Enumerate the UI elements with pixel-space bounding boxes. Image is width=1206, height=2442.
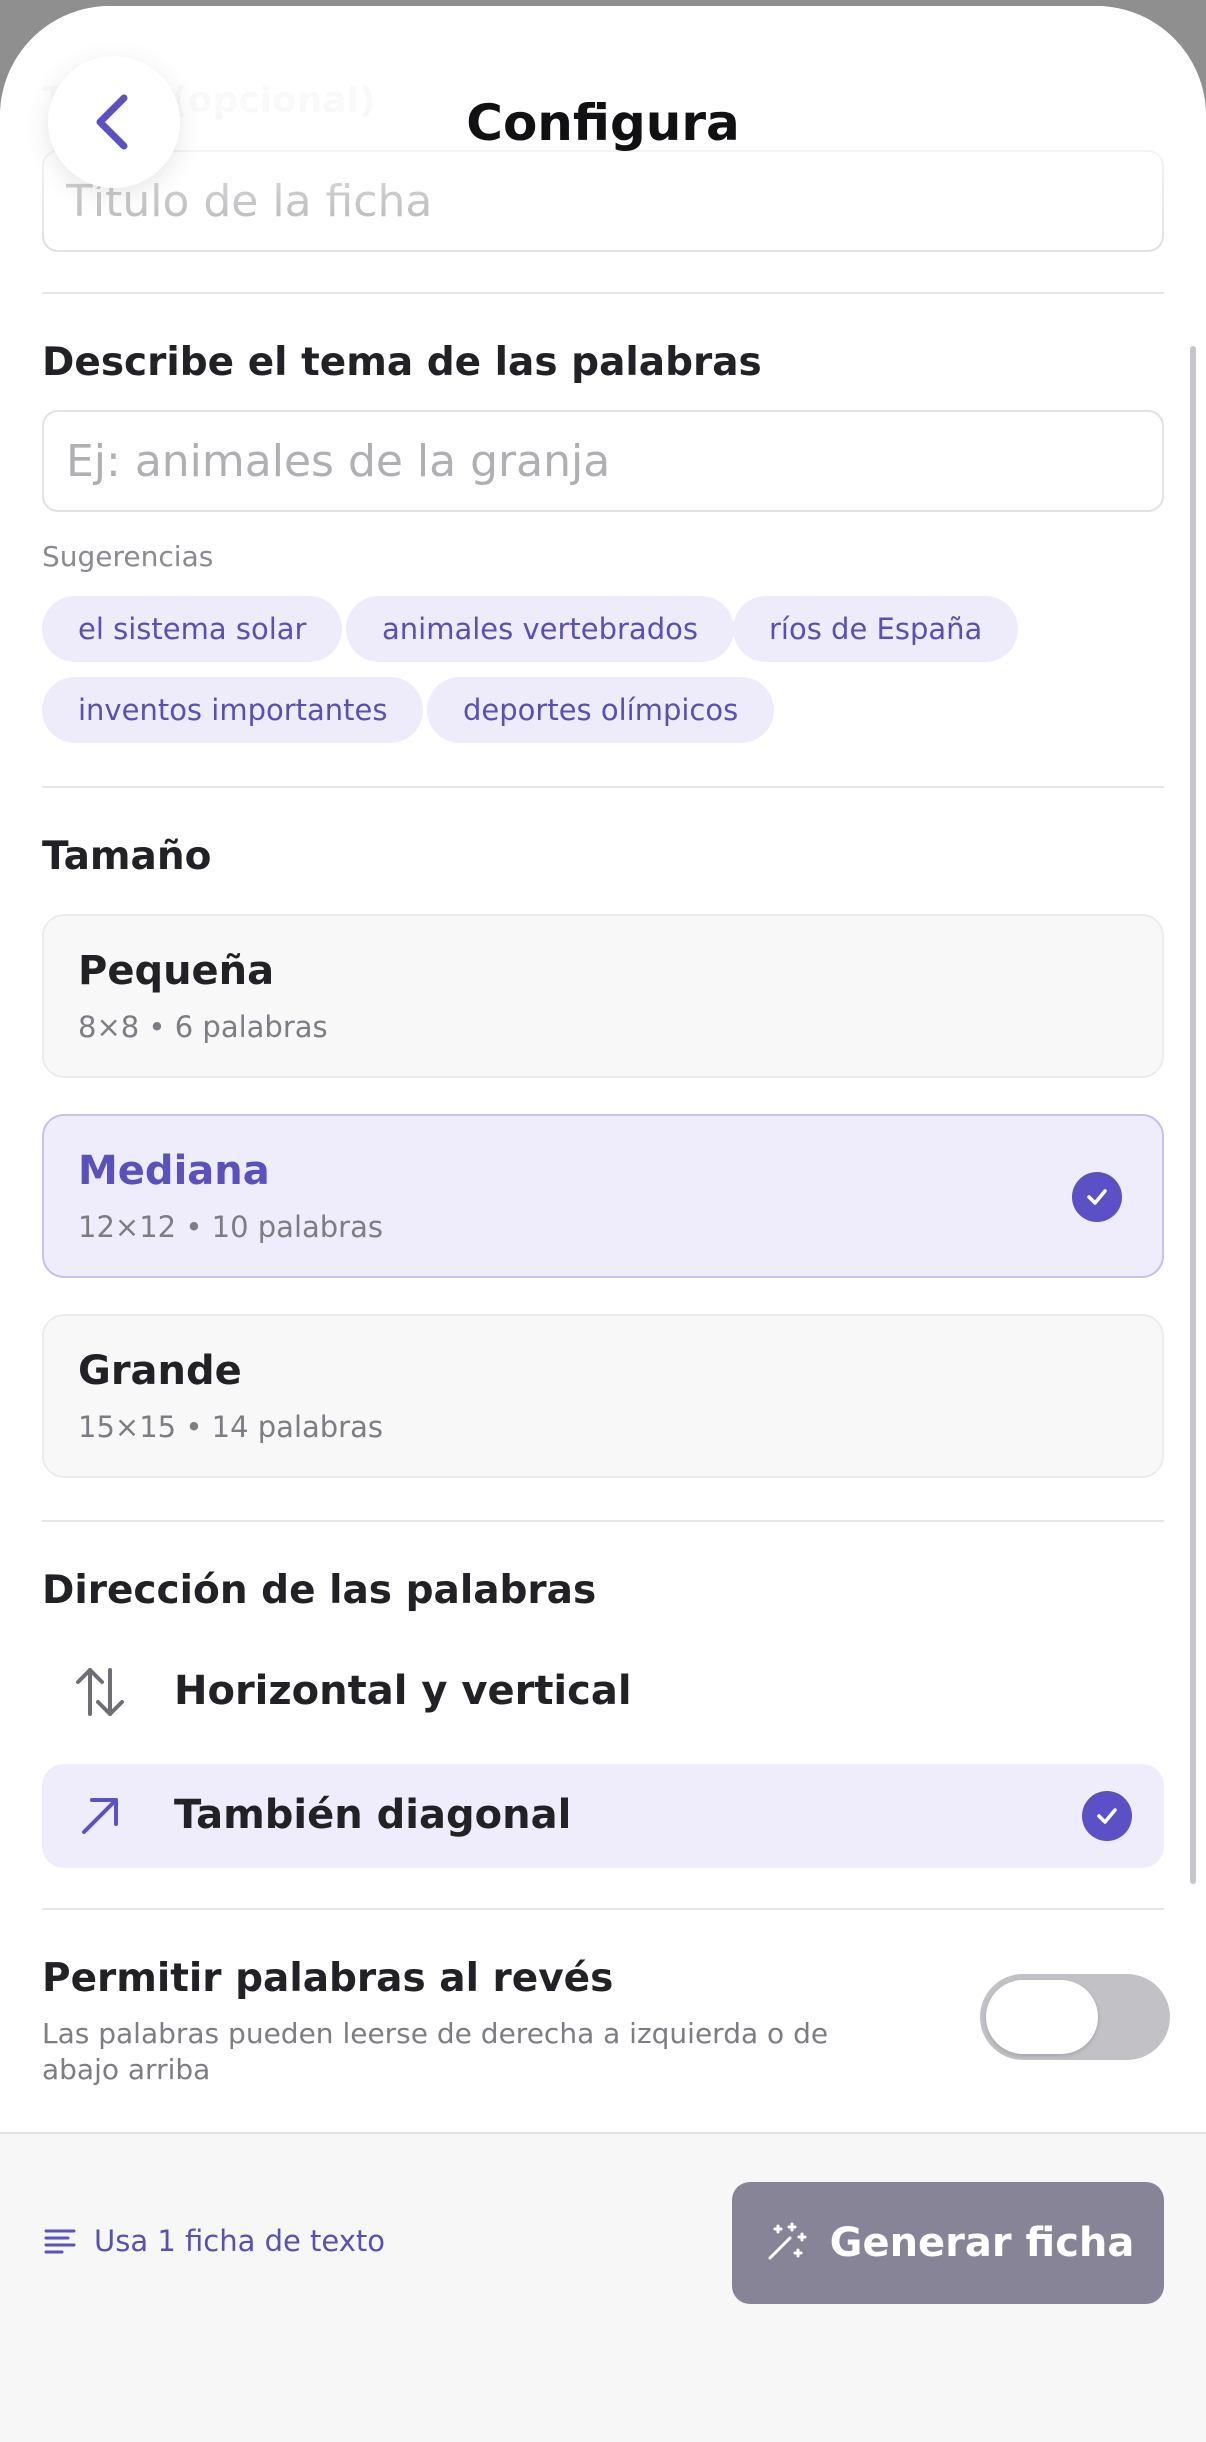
size-option-name: Grande xyxy=(78,1348,242,1394)
arrows-up-down-icon xyxy=(76,1668,124,1716)
direction-option-label: Horizontal y vertical xyxy=(174,1668,632,1714)
scrollbar[interactable] xyxy=(1190,346,1196,1884)
suggestion-chip[interactable]: ríos de España xyxy=(733,596,1019,662)
check-icon xyxy=(1072,1172,1122,1222)
page-title: Configura xyxy=(466,94,740,152)
magic-wand-icon xyxy=(768,2222,807,2260)
size-option-medium[interactable]: Mediana 12×12 • 10 palabras xyxy=(42,1114,1164,1278)
arrow-diagonal-icon xyxy=(82,1798,118,1834)
toggle-knob xyxy=(986,1980,1098,2054)
theme-input[interactable] xyxy=(42,410,1164,512)
title-input[interactable] xyxy=(42,150,1164,252)
size-option-name: Pequeña xyxy=(78,948,275,994)
size-option-detail: 8×8 • 6 palabras xyxy=(78,1010,328,1044)
reverse-heading: Permitir palabras al revés xyxy=(42,1956,614,2001)
direction-option-label: También diagonal xyxy=(174,1792,572,1838)
size-option-large[interactable]: Grande 15×15 • 14 palabras xyxy=(42,1314,1164,1478)
divider xyxy=(42,292,1164,294)
reverse-description: Las palabras pueden leerse de derecha a … xyxy=(42,2017,829,2086)
suggestions-label: Sugerencias xyxy=(42,540,214,573)
suggestion-chip[interactable]: deportes olímpicos xyxy=(427,677,775,743)
credits-info: Usa 1 ficha de texto xyxy=(42,2224,385,2258)
direction-heading: Dirección de las palabras xyxy=(42,1568,597,1613)
divider xyxy=(42,1908,1164,1910)
size-heading: Tamaño xyxy=(42,834,212,879)
generate-button[interactable]: Generar ficha xyxy=(732,2182,1164,2304)
divider xyxy=(42,1520,1164,1522)
credits-label: Usa 1 ficha de texto xyxy=(94,2224,386,2258)
check-icon xyxy=(1082,1791,1132,1841)
footer: Usa 1 ficha de texto Generar ficha xyxy=(0,2132,1206,2442)
reverse-toggle[interactable] xyxy=(980,1974,1170,2060)
size-option-detail: 12×12 • 10 palabras xyxy=(78,1210,383,1244)
size-option-name: Mediana xyxy=(78,1148,270,1194)
size-option-small[interactable]: Pequeña 8×8 • 6 palabras xyxy=(42,914,1164,1078)
size-option-detail: 15×15 • 14 palabras xyxy=(78,1410,383,1444)
text-lines-icon xyxy=(44,2229,76,2254)
config-sheet: Configura Título (opcional) Describe el … xyxy=(0,6,1206,2442)
theme-heading: Describe el tema de las palabras xyxy=(42,340,762,385)
divider xyxy=(42,786,1164,788)
generate-label: Generar ficha xyxy=(829,2220,1135,2266)
suggestion-chip[interactable]: animales vertebrados xyxy=(346,596,734,662)
direction-option-diagonal[interactable]: También diagonal xyxy=(42,1764,1164,1868)
suggestion-chip[interactable]: inventos importantes xyxy=(42,677,424,743)
direction-option-horizontal-vertical[interactable]: Horizontal y vertical xyxy=(42,1640,1164,1744)
suggestion-chip[interactable]: el sistema solar xyxy=(42,596,343,662)
